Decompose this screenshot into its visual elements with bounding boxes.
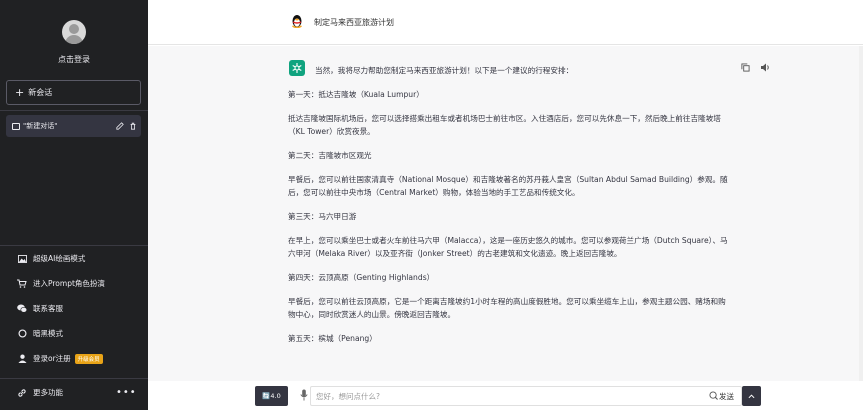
message-paragraph: 当然，我将尽力帮助您制定马来西亚旅游计划！以下是一个建议的行程安排： bbox=[315, 66, 574, 75]
message-area: 当然，我将尽力帮助您制定马来西亚旅游计划！以下是一个建议的行程安排： 第一天：抵… bbox=[148, 46, 863, 381]
message-paragraph: 早餐后，您可以前往国家清真寺（National Mosque）和吉隆坡著名的苏丹… bbox=[288, 175, 728, 197]
menu-item-prompt-roleplay[interactable]: 进入Prompt角色扮演 bbox=[0, 271, 148, 296]
more-features-button[interactable]: 更多功能 ••• bbox=[0, 378, 148, 406]
scrollbar[interactable] bbox=[859, 46, 863, 381]
more-features-label: 更多功能 bbox=[33, 388, 63, 397]
model-switch-button[interactable]: 🔄4.0 bbox=[255, 386, 288, 406]
message-actions bbox=[740, 62, 770, 73]
message-paragraph: 早餐后，您可以前往云顶高原，它是一个距离吉隆坡约1小时车程的高山度假胜地。您可以… bbox=[288, 297, 726, 319]
chat-item-label: "新建对话" bbox=[23, 122, 58, 130]
message-paragraph: 第四天：云顶高原（Genting Highlands） bbox=[288, 273, 435, 282]
message-input[interactable] bbox=[316, 390, 696, 402]
delete-icon[interactable] bbox=[128, 121, 138, 131]
scroll-up-button[interactable] bbox=[742, 386, 761, 406]
upgrade-badge[interactable]: 升级会员 bbox=[74, 353, 103, 364]
sidebar: 点击登录 + 新会话 "新建对话" 超级AI绘画模式 进入Prompt角色扮演 bbox=[0, 0, 148, 410]
message-paragraph: 第三天：马六甲日游 bbox=[288, 212, 357, 221]
message-paragraph: 抵达吉隆坡国际机场后，您可以选择搭乘出租车或者机场巴士前往市区。入住酒店后，您可… bbox=[288, 114, 721, 136]
menu-item-dark-mode[interactable]: 暗黑模式 bbox=[0, 321, 148, 346]
menu-item-label: 登录or注册 bbox=[33, 354, 71, 363]
edit-icon[interactable] bbox=[115, 121, 125, 131]
message-paragraph: 第二天：吉隆坡市区观光 bbox=[288, 151, 372, 160]
message-input-container: 发送 bbox=[310, 386, 742, 406]
user-icon bbox=[17, 354, 27, 364]
plus-icon: + bbox=[15, 86, 25, 99]
assistant-message: 当然，我将尽力帮助您制定马来西亚旅游计划！以下是一个建议的行程安排： 第一天：抵… bbox=[288, 64, 728, 356]
menu-item-label: 进入Prompt角色扮演 bbox=[33, 279, 105, 288]
input-bar: 🔄4.0 发送 bbox=[148, 381, 863, 410]
login-label[interactable]: 点击登录 bbox=[0, 54, 148, 65]
menu-item-label: 暗黑模式 bbox=[33, 329, 63, 338]
menu-item-customer-service[interactable]: 联系客服 bbox=[0, 296, 148, 321]
sidebar-menu: 超级AI绘画模式 进入Prompt角色扮演 联系客服 暗黑模式 登录or注册 升… bbox=[0, 245, 148, 371]
image-icon bbox=[17, 254, 27, 264]
link-icon bbox=[17, 388, 27, 398]
page-title: 制定马来西亚旅游计划 bbox=[314, 18, 394, 27]
message-paragraph: 第五天：槟城（Penang） bbox=[288, 334, 377, 343]
wechat-icon bbox=[17, 304, 27, 314]
chat-header: 制定马来西亚旅游计划 bbox=[148, 0, 863, 45]
copy-icon[interactable] bbox=[740, 62, 751, 73]
microphone-icon[interactable] bbox=[299, 389, 308, 401]
menu-item-label: 超级AI绘画模式 bbox=[33, 254, 86, 263]
cart-icon bbox=[17, 279, 27, 289]
message-paragraph: 在早上，您可以乘坐巴士或者火车前往马六甲（Malacca），这是一座历史悠久的城… bbox=[288, 236, 728, 258]
circle-icon bbox=[17, 329, 27, 339]
send-label: 发送 bbox=[719, 392, 734, 401]
speaker-icon[interactable] bbox=[759, 62, 770, 73]
more-options-icon[interactable]: ••• bbox=[116, 387, 137, 398]
chevron-up-icon bbox=[748, 393, 755, 398]
send-button[interactable]: 发送 bbox=[709, 391, 734, 402]
send-icon bbox=[709, 391, 718, 402]
menu-item-login-register[interactable]: 登录or注册 升级会员 bbox=[0, 346, 148, 371]
menu-item-label: 联系客服 bbox=[33, 304, 63, 313]
chat-list-item[interactable]: "新建对话" bbox=[6, 115, 141, 137]
divider bbox=[0, 110, 148, 111]
chat-bubble-icon bbox=[12, 122, 20, 130]
penguin-icon bbox=[291, 14, 303, 29]
menu-item-ai-drawing[interactable]: 超级AI绘画模式 bbox=[0, 246, 148, 271]
avatar[interactable] bbox=[62, 20, 86, 44]
new-chat-label: 新会话 bbox=[28, 88, 53, 97]
new-chat-button[interactable]: + 新会话 bbox=[6, 80, 141, 105]
message-paragraph: 第一天：抵达吉隆坡（Kuala Lumpur） bbox=[288, 90, 424, 99]
